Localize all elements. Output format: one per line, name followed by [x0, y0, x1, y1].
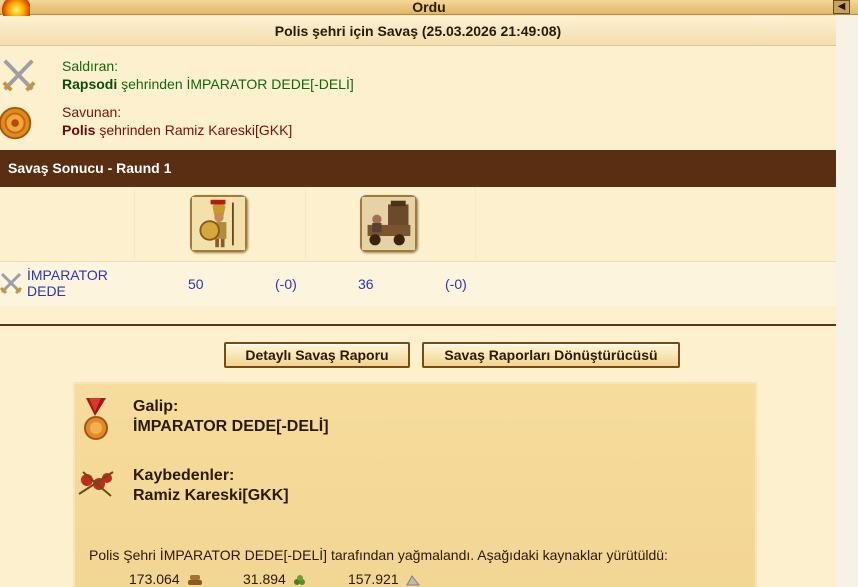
winner-name: İMPARATOR DEDE[-DELİ]: [133, 418, 329, 435]
unit-loss: (-0): [445, 276, 467, 292]
wine-icon: [293, 575, 305, 585]
window-titlebar: Ordu: [0, 0, 858, 15]
shield-icon: [0, 106, 32, 140]
defender-line: Polis şehrinden Ramiz Kareski[GKK]: [62, 122, 292, 138]
back-arrow-icon[interactable]: ◀: [833, 0, 850, 14]
attacker-line: Rapsodi şehrinden İMPARATOR DEDE[-DELİ]: [62, 76, 354, 92]
scrollbar[interactable]: [834, 15, 858, 587]
detailed-report-button[interactable]: Detaylı Savaş Raporu: [224, 342, 410, 368]
defender-role-label: Savunan:: [62, 104, 122, 120]
player-name-line2: DEDE: [27, 283, 66, 299]
marble-icon: [405, 575, 420, 586]
resource-wine: 31.894: [243, 571, 307, 587]
unit-count-row: İMPARATOR DEDE 50 (-0) 36 (-0): [0, 262, 836, 306]
resource-value: 157.921: [348, 571, 399, 587]
unit-count: 36: [358, 276, 374, 292]
attacker-city-link[interactable]: Rapsodi: [62, 76, 117, 92]
winner-label: Galip:: [133, 398, 179, 415]
battle-result-box: Galip: İMPARATOR DEDE[-DELİ] Kaybedenler…: [73, 382, 757, 587]
siege-ram-unit-icon[interactable]: [360, 195, 417, 252]
crossed-swords-icon: [0, 272, 23, 295]
battle-report: Polis şehri için Savaş (25.03.2026 21:49…: [0, 16, 836, 587]
report-converter-button[interactable]: Savaş Raporları Dönüştürücüsü: [422, 342, 680, 368]
unit-header-row: [0, 187, 836, 307]
attacker-role-label: Saldıran:: [62, 58, 119, 74]
resource-marble: 157.921: [348, 571, 420, 587]
unit-count: 50: [188, 276, 204, 292]
defender-player: şehrinden Ramiz Kareski[GKK]: [95, 122, 293, 138]
resource-value: 173.064: [129, 571, 180, 587]
player-name-line1: İMPARATOR: [27, 267, 108, 283]
crossed-swords-icon: [2, 59, 36, 92]
window-title: Ordu: [412, 0, 446, 15]
resource-value: 31.894: [243, 571, 286, 587]
player-link[interactable]: İMPARATOR DEDE: [27, 267, 108, 299]
resource-wood: 173.064: [129, 571, 203, 587]
hoplite-unit-icon[interactable]: [190, 195, 247, 252]
unit-loss: (-0): [275, 276, 297, 292]
defeated-soldiers-icon: [78, 471, 114, 497]
wood-icon: [187, 575, 202, 585]
loser-name: Ramiz Kareski[GKK]: [133, 487, 289, 504]
loot-message: Polis Şehri İMPARATOR DEDE[-DELİ] tarafı…: [89, 547, 668, 563]
divider: [0, 324, 836, 326]
defender-city-link[interactable]: Polis: [62, 122, 95, 138]
loser-label: Kaybedenler:: [133, 467, 235, 484]
attacker-player: şehrinden İMPARATOR DEDE[-DELİ]: [117, 76, 354, 92]
medal-icon: [84, 398, 108, 440]
report-title: Polis şehri için Savaş (25.03.2026 21:49…: [0, 16, 836, 46]
attacker-section: Saldıran: Rapsodi şehrinden İMPARATOR DE…: [0, 58, 836, 102]
round-title: Savaş Sonucu - Raund 1: [0, 150, 836, 187]
defender-section: Savunan: Polis şehrinden Ramiz Kareski[G…: [0, 104, 836, 148]
